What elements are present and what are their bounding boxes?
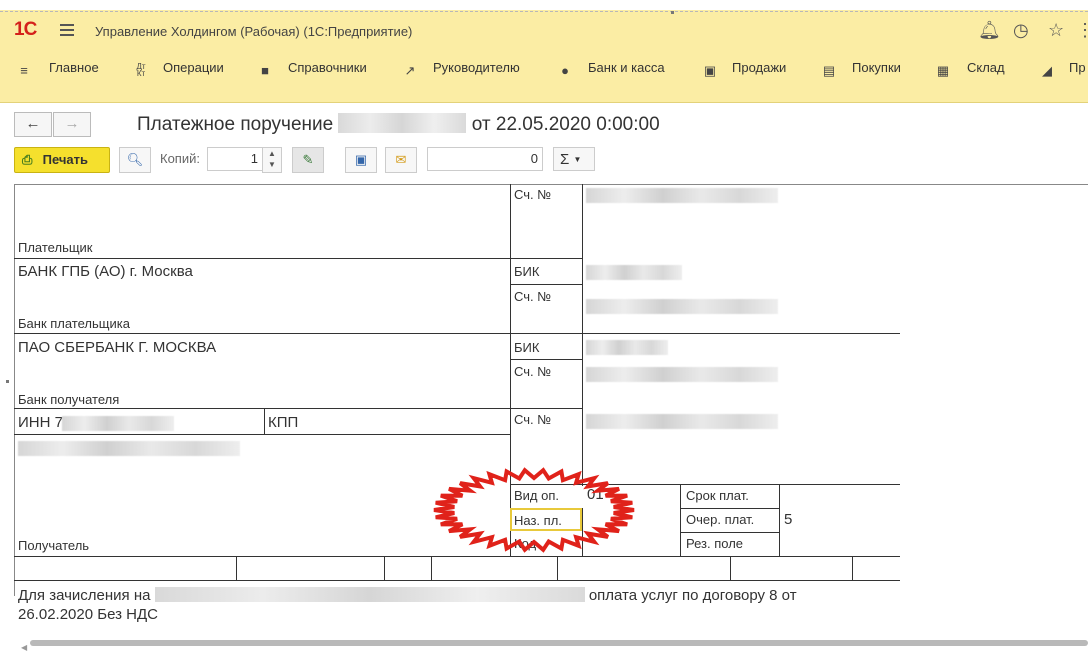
- back-button[interactable]: ←: [14, 112, 52, 137]
- forward-button[interactable]: →: [53, 112, 91, 137]
- resize-handle[interactable]: [6, 380, 9, 383]
- app-logo: 1С: [14, 19, 37, 40]
- redacted-recipient-account: [586, 414, 778, 429]
- sigma-icon: Σ: [560, 151, 570, 168]
- document-title: Платежное поручение от 22.05.2020 0:00:0…: [137, 113, 660, 136]
- recipient-corr-account-label: Сч. №: [514, 364, 552, 379]
- chart-trend-icon: ↗: [404, 63, 416, 78]
- priority-value: 5: [784, 511, 793, 528]
- redacted-recipient-name: [18, 441, 240, 456]
- scroll-left-icon[interactable]: ◀: [21, 643, 27, 652]
- copies-input[interactable]: 1: [207, 147, 263, 171]
- redacted-inn: [62, 416, 174, 431]
- redacted-number: [338, 113, 467, 133]
- kpp-label: КПП: [268, 414, 299, 431]
- production-icon: ◢: [1042, 63, 1052, 78]
- printer-icon: ⎙: [22, 152, 33, 167]
- menu-item-purchases[interactable]: Покупки: [852, 60, 901, 75]
- redacted-recipient-corr-account: [586, 367, 778, 382]
- recipient-bik-label: БИК: [514, 340, 540, 355]
- more-icon[interactable]: ⋮: [1076, 20, 1088, 41]
- sum-mode-dropdown[interactable]: Σ ▼: [553, 147, 595, 171]
- recipient-label: Получатель: [18, 538, 90, 553]
- payer-corr-account-label: Сч. №: [514, 289, 552, 304]
- purpose-suffix: оплата услуг по договору 8 от: [588, 587, 797, 604]
- highlight-stamp: [433, 467, 635, 553]
- payment-term-label: Срок плат.: [686, 488, 749, 503]
- app-title: Управление Холдингом (Рабочая) (1С:Предп…: [95, 24, 413, 39]
- bell-icon[interactable]: 🔔︎: [978, 20, 1001, 41]
- purpose-prefix: Для зачисления на: [18, 587, 151, 604]
- cart-icon: ▤: [822, 63, 836, 78]
- redacted-recipient-bik: [586, 340, 668, 355]
- bag-icon: ▣: [703, 63, 717, 78]
- menu-item-directories[interactable]: Справочники: [288, 60, 367, 75]
- redacted-payer-account: [586, 188, 778, 203]
- recipient-bank-name: ПАО СБЕРБАНК Г. МОСКВА: [18, 339, 217, 356]
- star-icon[interactable]: ☆: [1048, 20, 1064, 41]
- redacted-payer-corr-account: [586, 299, 778, 314]
- redacted-payer-bik: [586, 265, 682, 280]
- edit-icon[interactable]: ✎: [292, 147, 324, 173]
- email-icon[interactable]: ✉: [385, 147, 417, 173]
- payer-bank-name: БАНК ГПБ (АО) г. Москва: [18, 263, 193, 280]
- menu-item-warehouse[interactable]: Склад: [967, 60, 1005, 75]
- payer-label: Плательщик: [18, 240, 93, 255]
- operations-icon: Дт Кт: [136, 62, 146, 78]
- menu-item-operations[interactable]: Операции: [163, 60, 224, 75]
- resize-handle-top[interactable]: [671, 11, 674, 14]
- payer-bank-label: Банк плательщика: [18, 316, 130, 331]
- menu-item-bank[interactable]: Банк и касса: [588, 60, 665, 75]
- history-icon[interactable]: ◷: [1013, 20, 1029, 41]
- recipient-bank-label: Банк получателя: [18, 392, 120, 407]
- hamburger-icon: ≡: [20, 63, 28, 78]
- window-top-border: [0, 11, 1088, 12]
- inn-label: ИНН 7: [18, 414, 63, 431]
- recipient-account-label: Сч. №: [514, 412, 552, 427]
- priority-label: Очер. плат.: [686, 512, 755, 527]
- payer-bik-label: БИК: [514, 264, 540, 279]
- menu-item-production[interactable]: Пр: [1069, 60, 1086, 75]
- document-title-prefix: Платежное поручение: [137, 114, 334, 135]
- warehouse-icon: ▦: [936, 63, 950, 78]
- save-icon[interactable]: ▣: [345, 147, 377, 173]
- main-menu-icon[interactable]: [60, 24, 74, 39]
- coin-icon: ●: [561, 63, 569, 78]
- redacted-purpose-account: [154, 587, 585, 602]
- copies-stepper[interactable]: ▲ ▼: [262, 147, 282, 173]
- directory-icon: ■: [261, 63, 269, 78]
- menu-item-sales[interactable]: Продажи: [732, 60, 786, 75]
- reserve-field-label: Рез. поле: [686, 536, 744, 551]
- chevron-down-icon: ▼: [573, 155, 582, 164]
- copies-label: Копий:: [160, 151, 200, 166]
- menu-item-manager[interactable]: Руководителю: [433, 60, 520, 75]
- print-button-label: Печать: [42, 152, 89, 167]
- document-title-date: от 22.05.2020 0:00:00: [471, 114, 660, 135]
- print-button[interactable]: ⎙ Печать: [14, 147, 110, 173]
- payment-purpose-line1: Для зачисления на оплата услуг по догово…: [18, 587, 797, 604]
- payment-purpose-line2: 26.02.2020 Без НДС: [18, 606, 158, 623]
- payer-account-label: Сч. №: [514, 187, 552, 202]
- preview-icon[interactable]: 🔍︎: [119, 147, 151, 173]
- menu-item-main[interactable]: Главное: [49, 60, 99, 75]
- horizontal-scrollbar[interactable]: [30, 640, 1088, 646]
- sum-input[interactable]: 0: [427, 147, 543, 171]
